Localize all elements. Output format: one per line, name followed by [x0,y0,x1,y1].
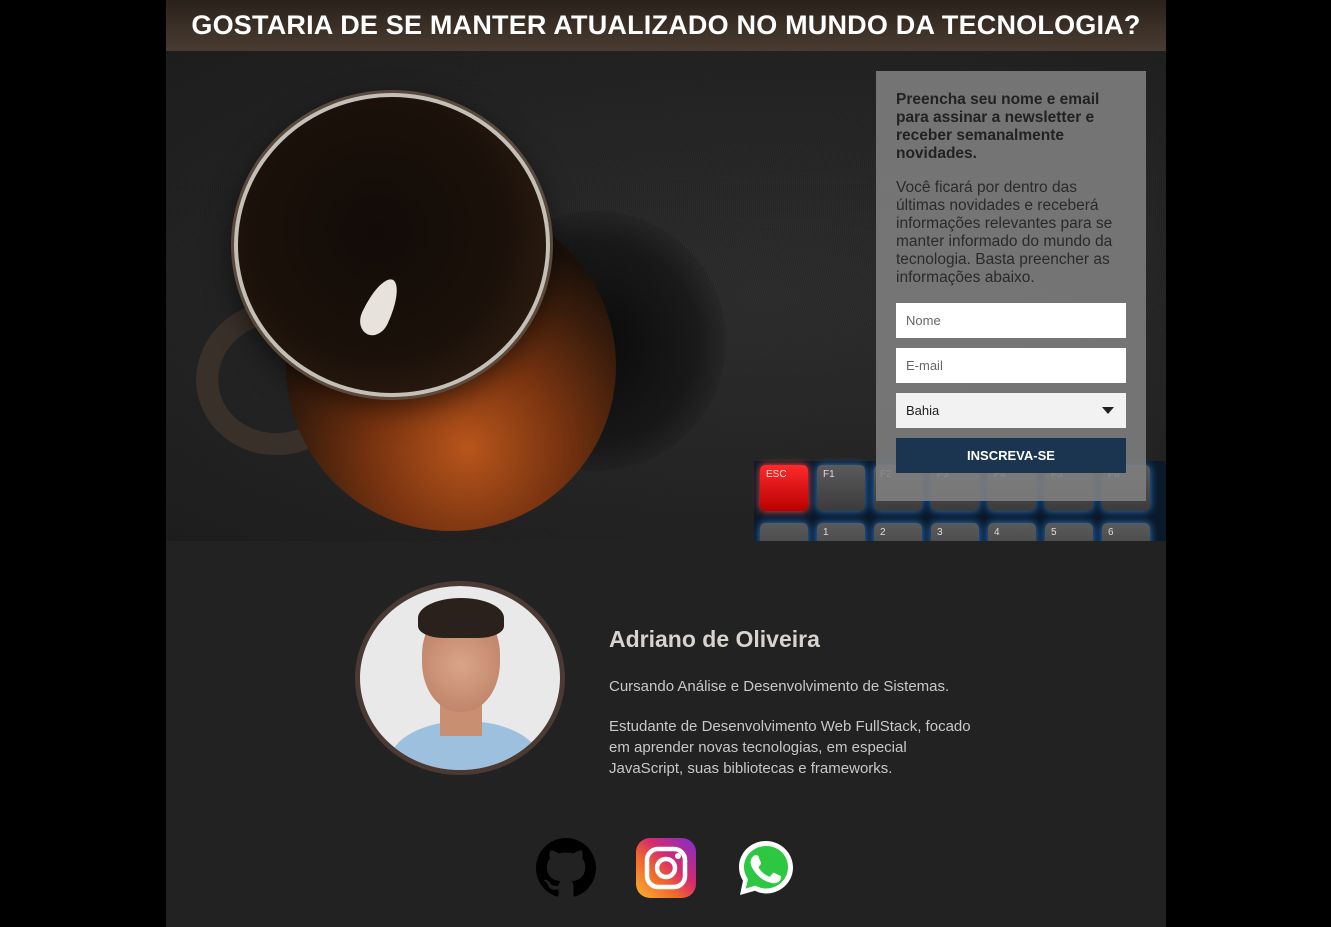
key-4: 4 [988,523,1036,541]
key-5: 5 [1045,523,1093,541]
avatar-hair [418,598,504,638]
coffee-mug [234,93,550,397]
header-banner: GOSTARIA DE SE MANTER ATUALIZADO NO MUND… [166,0,1166,51]
key-f1: F1 [817,465,865,511]
profile-bio-course: Cursando Análise e Desenvolvimento de Si… [609,678,950,695]
email-input[interactable] [896,348,1126,383]
profile-bio-description: Estudante de Desenvolvimento Web FullSta… [609,718,971,777]
key-esc: ESC [760,465,808,511]
state-select-value: Bahia [906,403,940,418]
state-select[interactable]: Bahia [896,393,1126,428]
avatar-photo [360,586,560,770]
name-input[interactable] [896,303,1126,338]
page-title: GOSTARIA DE SE MANTER ATUALIZADO NO MUND… [191,10,1141,40]
avatar [355,581,565,775]
whatsapp-icon [739,841,793,895]
hero-section: ESC F1 F2 F3 F4 F5 F6 1 2 3 4 5 6 Preenc… [166,51,1166,541]
key-6: 6 [1102,523,1150,541]
key-3: 3 [931,523,979,541]
form-description: Você ficará por dentro das últimas novid… [896,179,1113,286]
whatsapp-link[interactable] [736,838,796,898]
chevron-down-icon [1102,407,1114,414]
newsletter-form: Preencha seu nome e email para assinar a… [876,71,1146,501]
form-heading: Preencha seu nome e email para assinar a… [896,91,1100,162]
key-2: 2 [874,523,922,541]
github-icon [536,838,596,897]
profile-name: Adriano de Oliveira [609,626,820,652]
key-backtick [760,523,808,541]
page: GOSTARIA DE SE MANTER ATUALIZADO NO MUND… [166,0,1166,927]
github-link[interactable] [536,838,596,898]
social-links [536,838,796,898]
instagram-icon [636,838,696,898]
key-1: 1 [817,523,865,541]
instagram-link[interactable] [636,838,696,898]
subscribe-button[interactable]: INSCREVA-SE [896,438,1126,473]
